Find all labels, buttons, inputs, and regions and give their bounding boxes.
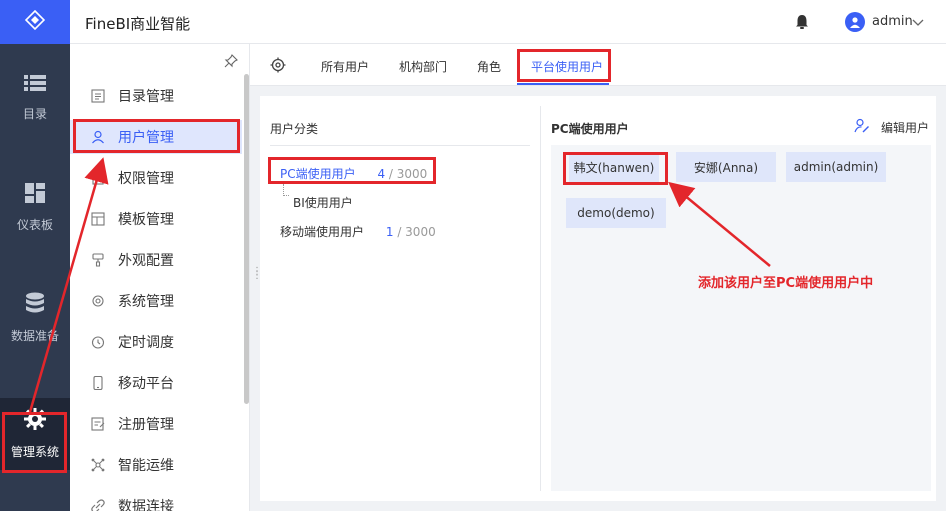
sidebar-item-label: 移动平台 [118,376,174,392]
chevron-down-icon[interactable] [912,16,924,31]
logo-icon [24,9,46,34]
sidebar-item-appearance[interactable]: 外观配置 [70,243,242,277]
tab-departments[interactable]: 机构部门 [399,58,447,75]
sidebar-item-label: 定时调度 [118,335,174,351]
dashboard-icon [25,183,45,206]
settings-icon [90,293,106,309]
user-chip[interactable]: 安娜(Anna) [676,152,776,182]
sidebar-item-label: 系统管理 [118,294,174,310]
rail-item-dashboard[interactable]: 仪表板 [0,176,70,240]
user-chip-list: 韩文(hanwen) 安娜(Anna) admin(admin) demo(de… [551,145,931,491]
user-chip[interactable]: admin(admin) [786,152,886,182]
settings-icon[interactable] [270,57,286,77]
username[interactable]: admin [872,14,913,29]
tab-roles[interactable]: 角色 [477,58,501,75]
divider [270,145,530,146]
annotation-box-platform-tab [517,49,611,82]
template-icon [90,211,106,227]
clock-icon [90,334,106,350]
sidebar-item-label: 数据连接 [118,499,174,511]
edit-user-button[interactable]: 编辑用户 [881,119,929,136]
app-title: FineBI商业智能 [85,15,191,33]
tree-connector [283,184,289,196]
annotation-text: 添加该用户至PC端使用用户中 [698,276,874,291]
rail-label: 数据准备 [10,329,59,343]
annotation-box-pc-users [268,157,436,184]
category-total: / 3000 [397,225,436,239]
panel-divider [540,106,541,491]
ops-icon [90,457,106,473]
register-icon [90,416,106,432]
sidebar-item-mobile[interactable]: 移动平台 [70,366,242,400]
category-label: BI使用用户 [293,196,353,210]
sidebar-item-label: 目录管理 [118,89,174,105]
sidebar-item-catalog[interactable]: 目录管理 [70,79,242,113]
active-tab-indicator [517,83,609,85]
category-item-mobile-users[interactable]: 移动端使用用户 1 / 3000 [280,223,436,240]
category-count: 1 [385,225,394,239]
sidebar-scrollbar[interactable] [244,74,249,404]
sidebar-item-label: 模板管理 [118,212,174,228]
mobile-icon [90,375,106,391]
sidebar-item-label: 注册管理 [118,417,174,433]
edit-user-icon[interactable] [854,118,870,138]
category-label: 移动端使用用户 [280,225,365,239]
sidebar-item-system[interactable]: 系统管理 [70,284,242,318]
database-icon [25,292,45,317]
brush-icon [90,252,106,268]
sidebar-item-template[interactable]: 模板管理 [70,202,242,236]
bell-icon[interactable] [795,14,809,34]
admin-sidebar: 目录管理 用户管理 权限管理 模板管理 外观配置 系统管理 定时调度 移动平台 … [70,44,250,511]
pin-icon[interactable] [224,54,238,72]
rail-label: 目录 [22,107,47,121]
users-panel-title: PC端使用用户 [551,122,629,136]
link-icon [90,498,106,511]
category-title: 用户分类 [270,122,319,136]
annotation-box-user-management [73,119,240,153]
catalog-icon [90,88,106,104]
sidebar-item-register[interactable]: 注册管理 [70,407,242,441]
rail-item-catalog[interactable]: 目录 [0,66,70,130]
annotation-box-admin-system [2,412,67,473]
sidebar-item-label: 权限管理 [118,171,174,187]
annotation-box-user-hanwen [563,152,668,185]
app-logo[interactable] [0,0,70,44]
sidebar-item-permission[interactable]: 权限管理 [70,161,242,195]
rail-label: 仪表板 [16,218,53,232]
sidebar-item-schedule[interactable]: 定时调度 [70,325,242,359]
sidebar-item-label: 智能运维 [118,458,174,474]
sidebar-item-smart-ops[interactable]: 智能运维 [70,448,242,482]
rail-item-data-prep[interactable]: 数据准备 [0,286,70,350]
sidebar-item-label: 外观配置 [118,253,174,269]
permission-icon [90,170,106,186]
tab-all-users[interactable]: 所有用户 [321,58,369,75]
list-icon [24,74,46,95]
avatar[interactable] [845,12,865,32]
sidebar-item-data-connection[interactable]: 数据连接 [70,489,242,511]
category-item-bi-users[interactable]: BI使用用户 [293,194,353,211]
user-chip[interactable]: demo(demo) [566,198,666,228]
top-bar: FineBI商业智能 admin [70,0,946,44]
